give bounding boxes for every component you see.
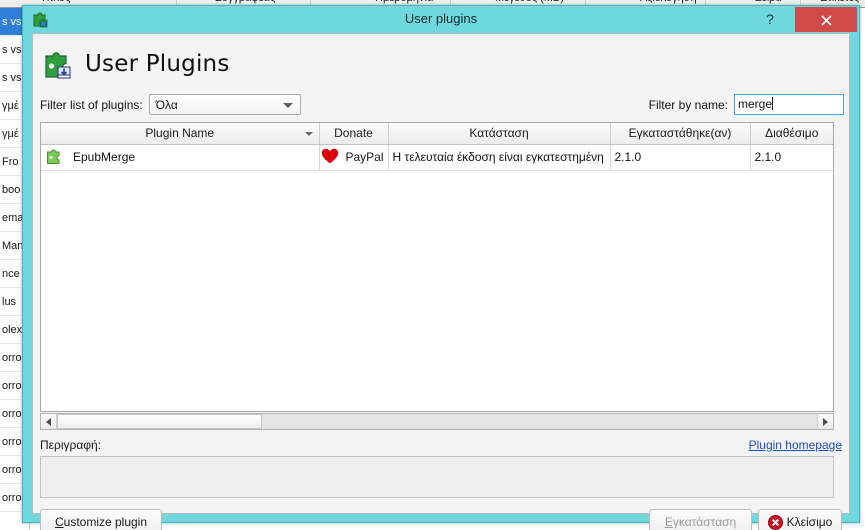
close-dialog-label: Κλείσιμο (786, 515, 833, 529)
plugins-table-container[interactable]: Plugin Name Donate Κατάσταση Εγκαταστάθη… (40, 122, 834, 412)
column-header-label: Διαθέσιμο (765, 126, 819, 141)
heart-icon[interactable] (321, 148, 339, 167)
user-plugins-dialog: User plugins ? User Plugins Filter list … (22, 5, 860, 530)
scroll-right-button[interactable] (817, 414, 833, 429)
text-caret (772, 97, 774, 110)
column-header-donate[interactable]: Donate (319, 123, 389, 145)
screen: Τίτλος Συγγραφέας Ημερομηνία Μέγεθος (MB… (0, 0, 865, 530)
paypal-label[interactable]: PayPal (345, 150, 383, 164)
scroll-left-button[interactable] (41, 414, 57, 429)
scrollbar-thumb[interactable] (57, 414, 262, 429)
scrollbar-track[interactable] (57, 414, 817, 429)
filter-list-select[interactable]: Όλα (148, 94, 301, 115)
description-box (40, 456, 834, 498)
column-header-label: Donate (334, 126, 373, 141)
filter-name-group: Filter by name: merge (649, 94, 844, 115)
customize-plugin-label: ustomize plugin (63, 515, 148, 529)
cell-donate[interactable]: PayPal (319, 144, 389, 171)
column-header-label: Εγκαταστάθηκε(αν) (628, 126, 732, 141)
search-input-value: merge (738, 97, 773, 111)
filter-list-value: Όλα (155, 97, 178, 112)
plugins-table: Plugin Name Donate Κατάσταση Εγκαταστάθη… (41, 123, 833, 171)
description-label: Περιγραφή: (40, 438, 102, 452)
cell-plugin-name[interactable]: EpubMerge (41, 144, 320, 171)
column-header-available[interactable]: Διαθέσιμο (750, 123, 833, 145)
menubar-item[interactable]: Αξιολόγηση (640, 0, 697, 4)
table-row[interactable]: EpubMerge PayPal Η τελευταία έκδοση είνα… (41, 144, 833, 171)
filter-list-group: Filter list of plugins: Όλα (40, 94, 301, 115)
column-header-label: Plugin Name (145, 126, 215, 141)
column-header-status[interactable]: Κατάσταση (388, 123, 611, 145)
menubar-item[interactable]: Σειρά (755, 0, 782, 4)
page-header: User Plugins (41, 42, 230, 86)
install-accel: Ε (664, 515, 673, 529)
column-header-label: Κατάσταση (469, 126, 529, 141)
horizontal-scrollbar[interactable] (40, 413, 834, 430)
menubar-item[interactable]: Ημερομηνία (375, 0, 433, 4)
customize-accel: C (54, 515, 64, 529)
cell-available-version: 2.1.0 (750, 144, 833, 171)
cell-installed-version: 2.1.0 (610, 144, 751, 171)
help-button[interactable]: ? (759, 8, 781, 30)
sort-descending-icon (304, 132, 313, 136)
plugin-name-text: EpubMerge (73, 150, 136, 164)
table-header-row: Plugin Name Donate Κατάσταση Εγκαταστάθη… (41, 123, 833, 145)
menubar-item[interactable]: Ετικέτες (820, 0, 859, 4)
red-x-icon (767, 514, 783, 530)
triangle-right-icon (823, 417, 828, 426)
filter-list-label: Filter list of plugins: (40, 97, 143, 112)
install-label: γκατάσταση (672, 515, 737, 529)
window-close-button[interactable] (795, 7, 857, 32)
install-button[interactable]: Εγκατάσταση (649, 509, 752, 530)
triangle-left-icon (46, 417, 51, 426)
dialog-title: User plugins (404, 11, 478, 26)
plugin-homepage-link[interactable]: Plugin homepage (749, 438, 842, 452)
column-header-installed[interactable]: Εγκαταστάθηκε(αν) (610, 123, 751, 145)
filter-name-label: Filter by name: (648, 97, 728, 112)
filter-row: Filter list of plugins: Όλα Filter by na… (33, 90, 851, 118)
close-icon (820, 15, 832, 26)
close-dialog-button[interactable]: Κλείσιμο (758, 509, 842, 530)
green-puzzle-icon (45, 146, 65, 169)
page-title: User Plugins (85, 51, 230, 77)
menubar-item[interactable]: Συγγραφέας (215, 0, 275, 4)
puzzle-piece-icon (41, 46, 77, 82)
menubar-item[interactable]: Μέγεθος (MB) (495, 0, 564, 4)
search-input[interactable]: merge (734, 94, 844, 115)
customize-plugin-button[interactable]: Customize plugin (40, 509, 162, 530)
chevron-down-icon (282, 103, 293, 108)
menubar-item[interactable]: Τίτλος (40, 0, 70, 4)
dialog-body: User Plugins Filter list of plugins: Όλα… (32, 33, 851, 530)
cell-status: Η τελευταία έκδοση είναι εγκατεστημένη (388, 144, 611, 171)
column-header-plugin-name[interactable]: Plugin Name (41, 123, 320, 145)
dialog-titlebar[interactable]: User plugins ? (23, 6, 859, 33)
